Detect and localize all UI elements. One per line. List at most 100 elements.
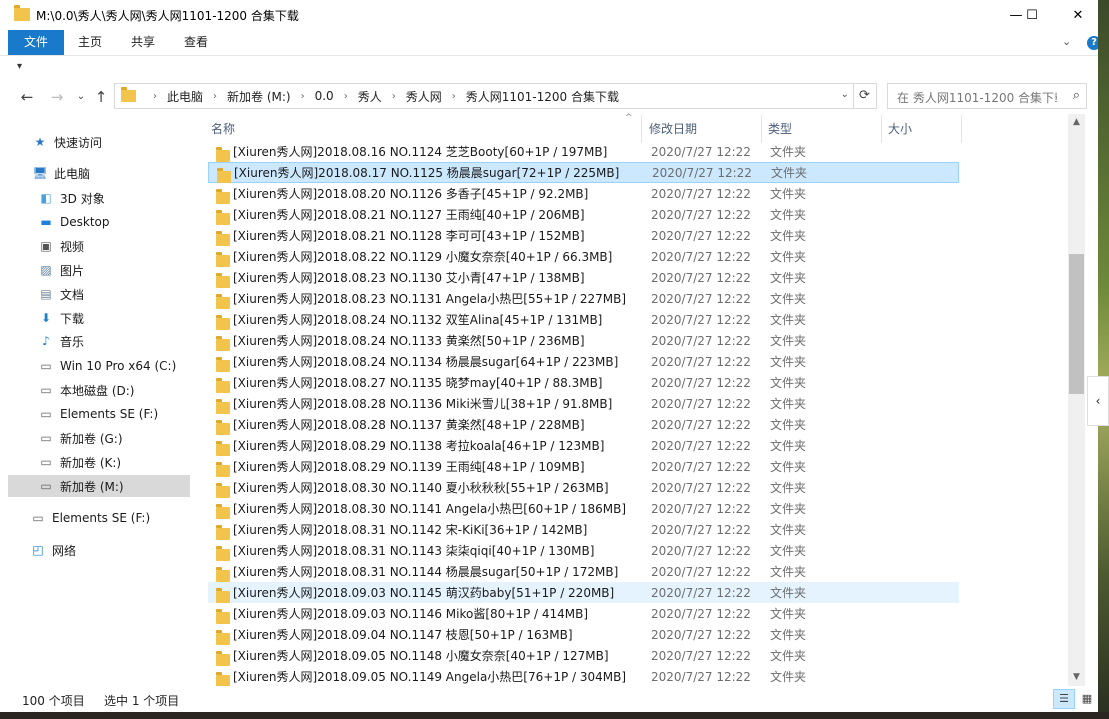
drive-icon: ▭: [40, 479, 52, 493]
download-icon: ⬇: [40, 311, 52, 325]
picture-icon: ▨: [40, 263, 52, 277]
file-date: 2020/7/27 12:22: [651, 228, 751, 243]
file-type: 文件夹: [770, 628, 807, 642]
table-row[interactable]: [Xiuren秀人网]2018.08.23 NO.1131 Angela小热巴[…: [208, 288, 959, 309]
sidebar-item-3d-objects[interactable]: ◧ 3D 对象: [8, 187, 190, 209]
table-row[interactable]: [Xiuren秀人网]2018.09.04 NO.1147 枝恩[50+1P /…: [208, 624, 959, 645]
table-row[interactable]: [Xiuren秀人网]2018.08.16 NO.1124 芝芝Booty[60…: [208, 141, 959, 162]
table-row[interactable]: [Xiuren秀人网]2018.08.20 NO.1126 多香子[45+1P …: [208, 183, 959, 204]
breadcrumb-item[interactable]: 0.0: [315, 89, 334, 103]
column-header-date[interactable]: 修改日期: [643, 115, 762, 143]
sidebar-item-downloads[interactable]: ⬇ 下载: [8, 307, 190, 329]
side-panel-toggle[interactable]: ‹: [1087, 376, 1109, 426]
search-box[interactable]: 在 秀人网1101-1200 合集下载... ⌕: [887, 83, 1087, 109]
scroll-down-icon[interactable]: ▼: [1068, 669, 1085, 686]
table-row[interactable]: [Xiuren秀人网]2018.08.29 NO.1139 王雨纯[48+1P …: [208, 456, 959, 477]
sidebar-item-drive-f[interactable]: ▭ Elements SE (F:): [8, 403, 190, 425]
breadcrumb-item[interactable]: 新加卷 (M:): [227, 88, 291, 105]
file-name: [Xiuren秀人网]2018.08.23 NO.1130 艾小青[47+1P …: [233, 271, 585, 285]
sidebar-item-music[interactable]: ♪ 音乐: [8, 330, 190, 352]
scrollbar-thumb[interactable]: [1069, 254, 1084, 394]
chevron-down-icon[interactable]: ⌄: [841, 89, 849, 100]
table-row[interactable]: [Xiuren秀人网]2018.08.21 NO.1128 李可可[43+1P …: [208, 225, 959, 246]
table-row[interactable]: [Xiuren秀人网]2018.08.24 NO.1134 杨晨晨sugar[6…: [208, 351, 959, 372]
close-button[interactable]: ✕: [1055, 0, 1101, 30]
table-row[interactable]: [Xiuren秀人网]2018.09.05 NO.1148 小魔女奈奈[40+1…: [208, 645, 959, 666]
sidebar-item-desktop[interactable]: ▬ Desktop: [8, 211, 190, 233]
file-date: 2020/7/27 12:22: [651, 564, 751, 579]
details-view-button[interactable]: ☰: [1053, 689, 1075, 709]
sidebar-item-quick-access[interactable]: ★ 快速访问: [8, 131, 190, 153]
forward-button[interactable]: →: [46, 86, 68, 108]
vertical-scrollbar[interactable]: ▲ ▼: [1068, 114, 1085, 686]
address-bar[interactable]: › 此电脑 › 新加卷 (M:) › 0.0 › 秀人 › 秀人网 › 秀人网1…: [114, 83, 854, 109]
recent-locations-icon[interactable]: ⌄: [70, 86, 92, 108]
sidebar-item-drive-m[interactable]: ▭ 新加卷 (M:): [8, 475, 190, 497]
column-header-type[interactable]: 类型: [762, 115, 882, 143]
table-row[interactable]: [Xiuren秀人网]2018.08.27 NO.1135 晓梦may[40+1…: [208, 372, 959, 393]
table-row[interactable]: [Xiuren秀人网]2018.09.03 NO.1145 萌汉药baby[51…: [208, 582, 959, 603]
breadcrumb-item[interactable]: 秀人网1101-1200 合集下载: [466, 88, 619, 105]
sidebar-item-documents[interactable]: ▤ 文档: [8, 283, 190, 305]
navigation-pane: ★ 快速访问 🖥 此电脑 ◧ 3D 对象 ▬ Desktop ▣ 视频 ▨ 图片…: [8, 118, 192, 686]
table-row[interactable]: [Xiuren秀人网]2018.08.31 NO.1142 宋-KiKi[36+…: [208, 519, 959, 540]
up-button[interactable]: ↑: [90, 86, 112, 108]
chevron-right-icon: ›: [300, 90, 305, 102]
cube-icon: ◧: [40, 191, 52, 205]
sidebar-item-drive-d[interactable]: ▭ 本地磁盘 (D:): [8, 379, 190, 401]
sidebar-item-this-pc[interactable]: 🖥 此电脑: [8, 162, 190, 184]
breadcrumb-item[interactable]: 秀人: [358, 88, 382, 105]
sidebar-item-drive-g[interactable]: ▭ 新加卷 (G:): [8, 427, 190, 449]
table-row[interactable]: [Xiuren秀人网]2018.08.28 NO.1136 Miki米雪儿[38…: [208, 393, 959, 414]
table-row[interactable]: [Xiuren秀人网]2018.08.28 NO.1137 黄楽然[48+1P …: [208, 414, 959, 435]
folder-icon: [216, 461, 230, 477]
file-date: 2020/7/27 12:22: [651, 669, 751, 684]
file-type: 文件夹: [770, 544, 807, 558]
customize-toolbar-icon[interactable]: ▾: [17, 61, 22, 72]
sidebar-item-drive-k[interactable]: ▭ 新加卷 (K:): [8, 451, 190, 473]
breadcrumb-item[interactable]: 秀人网: [406, 88, 442, 105]
large-icons-view-button[interactable]: ▦: [1076, 689, 1098, 709]
refresh-button[interactable]: ⟳: [853, 83, 877, 109]
table-row[interactable]: [Xiuren秀人网]2018.08.23 NO.1130 艾小青[47+1P …: [208, 267, 959, 288]
table-row[interactable]: [Xiuren秀人网]2018.09.03 NO.1146 Miko酱[80+1…: [208, 603, 959, 624]
ribbon-expand-icon[interactable]: ⌄: [1062, 35, 1071, 48]
table-row[interactable]: [Xiuren秀人网]2018.08.29 NO.1138 考拉koala[46…: [208, 435, 959, 456]
file-date: 2020/7/27 12:22: [651, 312, 751, 327]
folder-icon: [216, 587, 230, 603]
file-type: 文件夹: [770, 481, 807, 495]
tab-view[interactable]: 查看: [172, 30, 220, 55]
sidebar-item-videos[interactable]: ▣ 视频: [8, 235, 190, 257]
search-input[interactable]: 在 秀人网1101-1200 合集下载...: [897, 89, 1057, 106]
file-date: 2020/7/27 12:22: [652, 165, 752, 180]
file-date: 2020/7/27 12:22: [651, 627, 751, 642]
scroll-up-icon[interactable]: ▲: [1068, 114, 1085, 131]
file-date: 2020/7/27 12:22: [651, 543, 751, 558]
table-row[interactable]: [Xiuren秀人网]2018.08.30 NO.1140 夏小秋秋秋[55+1…: [208, 477, 959, 498]
table-row[interactable]: [Xiuren秀人网]2018.08.24 NO.1132 双笙Alina[45…: [208, 309, 959, 330]
table-row[interactable]: [Xiuren秀人网]2018.09.05 NO.1149 Angela小热巴[…: [208, 666, 959, 686]
tab-share[interactable]: 共享: [118, 30, 168, 55]
table-row[interactable]: [Xiuren秀人网]2018.08.31 NO.1143 柒柒qiqi[40+…: [208, 540, 959, 561]
table-row[interactable]: [Xiuren秀人网]2018.08.30 NO.1141 Angela小热巴[…: [208, 498, 959, 519]
breadcrumb-item[interactable]: 此电脑: [167, 88, 203, 105]
sidebar-item-pictures[interactable]: ▨ 图片: [8, 259, 190, 281]
tab-home[interactable]: 主页: [66, 30, 114, 55]
table-row[interactable]: [Xiuren秀人网]2018.08.31 NO.1144 杨晨晨sugar[5…: [208, 561, 959, 582]
table-row[interactable]: [Xiuren秀人网]2018.08.24 NO.1133 黄楽然[50+1P …: [208, 330, 959, 351]
sidebar-item-label: 新加卷 (M:): [60, 479, 124, 494]
table-row[interactable]: [Xiuren秀人网]2018.08.17 NO.1125 杨晨晨sugar[7…: [208, 162, 959, 183]
window-title: M:\0.0\秀人\秀人网\秀人网1101-1200 合集下载: [36, 9, 299, 23]
sidebar-item-drive-c[interactable]: ▭ Win 10 Pro x64 (C:): [8, 355, 190, 377]
table-row[interactable]: [Xiuren秀人网]2018.08.21 NO.1127 王雨纯[40+1P …: [208, 204, 959, 225]
sidebar-item-label: Desktop: [60, 215, 110, 229]
sidebar-item-elements-se[interactable]: ▭ Elements SE (F:): [8, 507, 190, 529]
column-header-size[interactable]: 大小: [882, 115, 962, 143]
sidebar-item-network[interactable]: ◰ 网络: [8, 539, 190, 561]
column-header-name[interactable]: 名称: [205, 115, 642, 143]
table-row[interactable]: [Xiuren秀人网]2018.08.22 NO.1129 小魔女奈奈[40+1…: [208, 246, 959, 267]
maximize-button[interactable]: ☐: [1009, 0, 1055, 30]
tab-file[interactable]: 文件: [8, 30, 64, 55]
back-button[interactable]: ←: [16, 86, 38, 108]
file-name: [Xiuren秀人网]2018.08.24 NO.1134 杨晨晨sugar[6…: [233, 355, 619, 369]
